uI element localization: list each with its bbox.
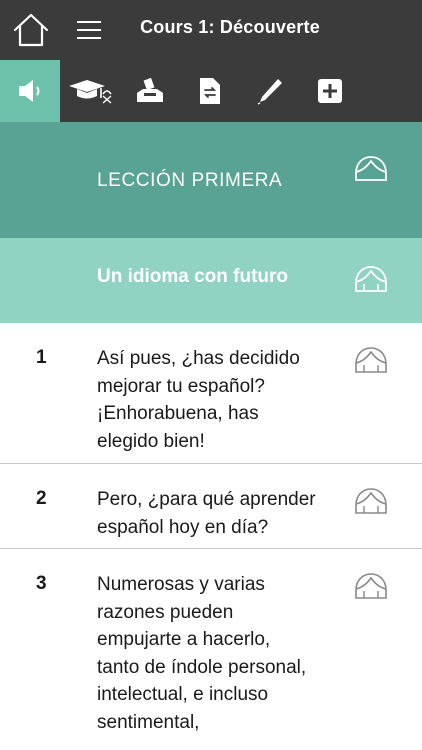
document-swap-icon <box>200 78 220 104</box>
list-item[interactable]: 3 Numerosas y varias razones pueden empu… <box>0 549 422 750</box>
tool-exercise[interactable] <box>120 60 180 122</box>
row-number: 2 <box>36 488 47 509</box>
top-bar: Cours 1: Découverte <box>0 0 422 60</box>
text-line: Así pues, ¿has decidido <box>97 348 300 369</box>
pen-icon <box>257 79 282 105</box>
inbox-tray-icon <box>137 77 163 102</box>
text-line: sentimental, <box>97 711 200 733</box>
text-line: elegido bien! <box>97 430 205 452</box>
lesson-title: LECCIÓN PRIMERA <box>97 170 283 191</box>
tool-bar <box>0 60 422 122</box>
tool-lesson[interactable] <box>60 60 120 122</box>
screen-title: Cours 1: Découverte <box>140 17 320 37</box>
row-text: Así pues, ¿has decidido mejorar tu españ… <box>97 345 332 455</box>
text-line: español hoy en día? <box>97 516 269 538</box>
text-line: tanto de índole personal, <box>97 656 307 678</box>
text-line: razones pueden <box>97 601 234 623</box>
listen-character-icon[interactable] <box>352 486 390 518</box>
face-outline-icon[interactable] <box>352 154 390 186</box>
listen-character-icon[interactable] <box>352 345 390 377</box>
section-header: Un idioma con futuro <box>0 238 422 323</box>
lesson-header: LECCIÓN PRIMERA <box>0 122 422 238</box>
listen-character-icon[interactable] <box>352 264 390 296</box>
tool-add[interactable] <box>300 60 360 122</box>
text-line: empujarte a hacerlo, <box>97 629 271 650</box>
hamburger-menu-icon <box>77 21 101 39</box>
text-line: ¡Enhorabuena, has <box>97 403 259 424</box>
home-icon <box>13 13 49 47</box>
speaker-icon <box>19 80 40 102</box>
row-number: 1 <box>36 347 47 368</box>
row-text: Pero, ¿para qué aprender español hoy en … <box>97 486 332 541</box>
tool-notes[interactable] <box>240 60 300 122</box>
list-item[interactable]: 1 Así pues, ¿has decidido mejorar tu esp… <box>0 323 422 464</box>
plus-box-icon <box>318 79 342 103</box>
section-title: Un idioma con futuro <box>97 266 289 287</box>
text-line: Pero, ¿para qué aprender <box>97 489 316 510</box>
graduation-cap-icon <box>69 80 112 104</box>
menu-button[interactable] <box>76 18 102 42</box>
row-number: 3 <box>36 573 47 594</box>
tool-translation[interactable] <box>180 60 240 122</box>
home-button[interactable] <box>12 11 50 49</box>
tool-audio[interactable] <box>0 60 60 122</box>
text-line: Numerosas y varias <box>97 574 265 595</box>
list-item[interactable]: 2 Pero, ¿para qué aprender español hoy e… <box>0 464 422 549</box>
text-line: mejorar tu español? <box>97 375 265 397</box>
text-line: intelectual, e incluso <box>97 684 269 705</box>
listen-character-icon[interactable] <box>352 571 390 603</box>
app-screen: Cours 1: Découverte LECCIÓN PRIMERA Un i… <box>0 0 422 750</box>
row-text: Numerosas y varias razones pueden empuja… <box>97 571 332 736</box>
